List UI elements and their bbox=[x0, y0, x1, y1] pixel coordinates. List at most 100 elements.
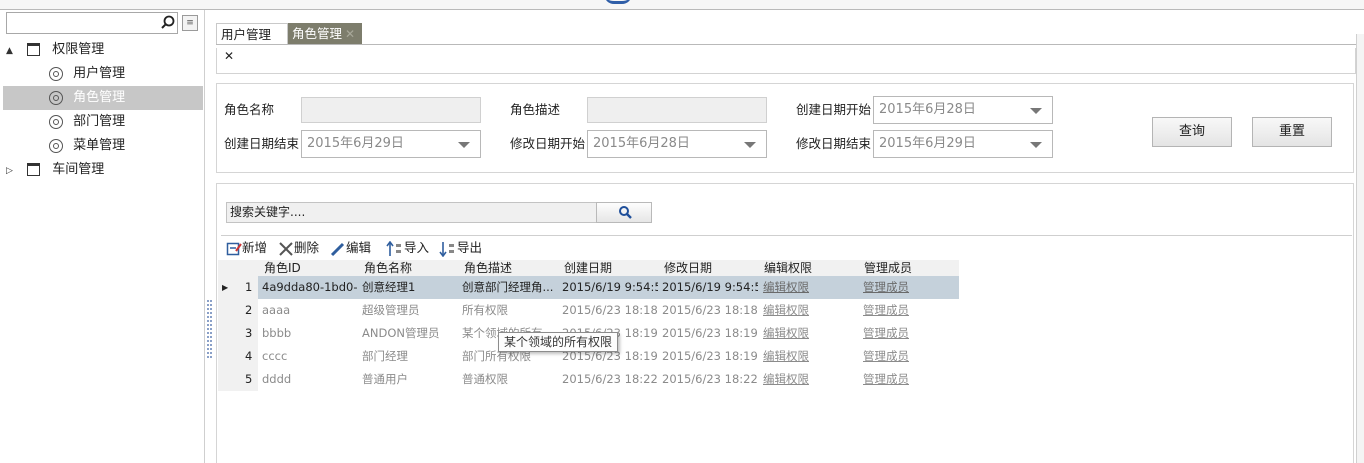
create-end-datepicker[interactable]: 2015年6月29日 bbox=[301, 130, 481, 158]
column-header-edit-permission[interactable]: 编辑权限 bbox=[764, 260, 812, 277]
cell-id: aaaa bbox=[262, 303, 291, 317]
edit-permission-link[interactable]: 编辑权限 bbox=[763, 345, 823, 368]
tab-user-management[interactable]: 用户管理✕ bbox=[216, 23, 288, 63]
date-value: 2015年6月29日 bbox=[879, 136, 976, 151]
edit-permission-link[interactable]: 编辑权限 bbox=[763, 368, 823, 391]
close-icon[interactable]: ✕ bbox=[345, 27, 355, 41]
search-icon bbox=[619, 206, 632, 219]
tree-node-label: 权限管理 bbox=[52, 42, 105, 57]
chevron-down-icon[interactable] bbox=[458, 142, 470, 148]
edit-button[interactable]: 编辑 bbox=[330, 238, 371, 258]
tree-node-label: 角色管理 bbox=[73, 90, 126, 105]
create-end-label: 创建日期结束 bbox=[224, 136, 300, 151]
top-header-strip bbox=[0, 0, 1364, 10]
manage-members-link[interactable]: 管理成员 bbox=[863, 276, 923, 299]
gear-icon bbox=[49, 66, 63, 81]
cell-name: ANDON管理员 bbox=[362, 326, 440, 340]
edit-permission-link[interactable]: 编辑权限 bbox=[763, 322, 823, 345]
tab-label: 角色管理 bbox=[292, 26, 343, 41]
row-indicator: 2 bbox=[218, 299, 258, 322]
column-header-name[interactable]: 角色名称 bbox=[364, 260, 412, 277]
row-indicator: 5 bbox=[218, 368, 258, 391]
edit-permission-link[interactable]: 编辑权限 bbox=[763, 299, 823, 322]
tooltip: 某个领域的所有权限 bbox=[498, 332, 618, 352]
cell-id: cccc bbox=[262, 349, 288, 363]
delete-icon bbox=[279, 241, 293, 256]
gear-icon bbox=[49, 138, 63, 153]
role-name-input[interactable] bbox=[301, 97, 481, 123]
tree-node-label: 菜单管理 bbox=[73, 138, 126, 153]
column-header-manage-members[interactable]: 管理成员 bbox=[864, 260, 912, 277]
date-value: 2015年6月28日 bbox=[593, 136, 690, 151]
export-button[interactable]: 导出 bbox=[439, 238, 482, 258]
folder-icon bbox=[27, 43, 41, 56]
tree-node-label: 用户管理 bbox=[73, 66, 126, 81]
modify-end-datepicker[interactable]: 2015年6月29日 bbox=[873, 130, 1053, 158]
add-button[interactable]: 新增 bbox=[226, 238, 267, 258]
keyword-search-button[interactable] bbox=[596, 202, 652, 223]
edit-permission-link[interactable]: 编辑权限 bbox=[763, 276, 823, 299]
manage-members-link[interactable]: 管理成员 bbox=[863, 299, 923, 322]
import-button[interactable]: 导入 bbox=[386, 238, 429, 258]
chevron-down-icon[interactable] bbox=[1030, 108, 1042, 114]
pencil-icon bbox=[330, 242, 345, 256]
tree-node-department-management[interactable]: 部门管理 bbox=[0, 110, 205, 134]
role-desc-label: 角色描述 bbox=[510, 102, 561, 117]
tree-node-label: 车间管理 bbox=[52, 162, 105, 177]
manage-members-link[interactable]: 管理成员 bbox=[863, 368, 923, 391]
date-value: 2015年6月28日 bbox=[879, 102, 976, 117]
modify-start-label: 修改日期开始 bbox=[510, 136, 586, 151]
tab-divider bbox=[216, 44, 1356, 45]
query-button[interactable]: 查询 bbox=[1152, 117, 1232, 147]
manage-members-link[interactable]: 管理成员 bbox=[863, 322, 923, 345]
folder-icon bbox=[27, 163, 41, 176]
cell-name: 超级管理员 bbox=[362, 303, 420, 317]
cell-modified: 2015/6/23 18:18:... bbox=[662, 303, 758, 317]
modify-end-label: 修改日期结束 bbox=[796, 136, 872, 151]
cell-name: 部门经理 bbox=[362, 349, 408, 363]
search-options-icon[interactable]: ≡ bbox=[182, 15, 198, 31]
cell-id: bbbb bbox=[262, 326, 292, 340]
tree-node-workshop-management[interactable]: ▷ 车间管理 bbox=[0, 158, 205, 182]
manage-members-link[interactable]: 管理成员 bbox=[863, 345, 923, 368]
tab-role-management[interactable]: 角色管理 ✕ bbox=[288, 23, 362, 44]
tree-node-permission[interactable]: ▲ 权限管理 bbox=[0, 38, 205, 62]
collapsed-arrow-icon[interactable]: ▷ bbox=[6, 159, 13, 183]
edit-label: 编辑 bbox=[346, 240, 372, 255]
column-header-desc[interactable]: 角色描述 bbox=[464, 260, 512, 277]
cell-created: 2015/6/23 18:18:... bbox=[562, 303, 658, 317]
tree-node-role-management[interactable]: 角色管理 bbox=[3, 86, 203, 110]
import-icon bbox=[386, 240, 401, 256]
expanded-arrow-icon[interactable]: ▲ bbox=[6, 39, 13, 63]
delete-label: 删除 bbox=[294, 240, 320, 255]
create-start-label: 创建日期开始 bbox=[796, 102, 872, 117]
add-icon bbox=[226, 242, 242, 255]
column-header-id[interactable]: 角色ID bbox=[264, 260, 301, 277]
row-pointer-icon: ▶ bbox=[222, 283, 229, 292]
chevron-down-icon[interactable] bbox=[1030, 142, 1042, 148]
keyword-search-input[interactable]: 搜索关键字.... bbox=[226, 202, 598, 223]
role-desc-input[interactable] bbox=[587, 97, 767, 123]
table-row[interactable]: ▶ 1 4a9dda80-1bd0-... 创意经理1 创意部门经理角... 2… bbox=[218, 276, 959, 299]
gear-icon bbox=[49, 90, 63, 105]
row-number: 3 bbox=[245, 326, 253, 340]
row-indicator: ▶ 1 bbox=[218, 276, 258, 299]
tree-node-menu-management[interactable]: 菜单管理 bbox=[0, 134, 205, 158]
sidebar-splitter[interactable] bbox=[205, 290, 212, 360]
cell-modified: 2015/6/23 18:22:... bbox=[662, 372, 758, 386]
table-row[interactable]: 5 dddd 普通用户 普通权限 2015/6/23 18:22:... 201… bbox=[218, 368, 959, 391]
modify-start-datepicker[interactable]: 2015年6月28日 bbox=[587, 130, 767, 158]
search-icon[interactable] bbox=[159, 14, 177, 32]
table-row[interactable]: 2 aaaa 超级管理员 所有权限 2015/6/23 18:18:... 20… bbox=[218, 299, 959, 322]
column-header-created[interactable]: 创建日期 bbox=[564, 260, 612, 277]
delete-button[interactable]: 删除 bbox=[278, 238, 319, 258]
create-start-datepicker[interactable]: 2015年6月28日 bbox=[873, 96, 1053, 124]
column-header-modified[interactable]: 修改日期 bbox=[664, 260, 712, 277]
reset-button[interactable]: 重置 bbox=[1252, 117, 1332, 147]
tree-node-user-management[interactable]: 用户管理 bbox=[0, 62, 205, 86]
sidebar-search-input[interactable] bbox=[7, 13, 163, 33]
row-number: 4 bbox=[245, 349, 253, 363]
cell-desc: 创意部门经理角... bbox=[462, 280, 554, 294]
vertical-scrollbar[interactable] bbox=[1356, 34, 1364, 463]
chevron-down-icon[interactable] bbox=[744, 142, 756, 148]
